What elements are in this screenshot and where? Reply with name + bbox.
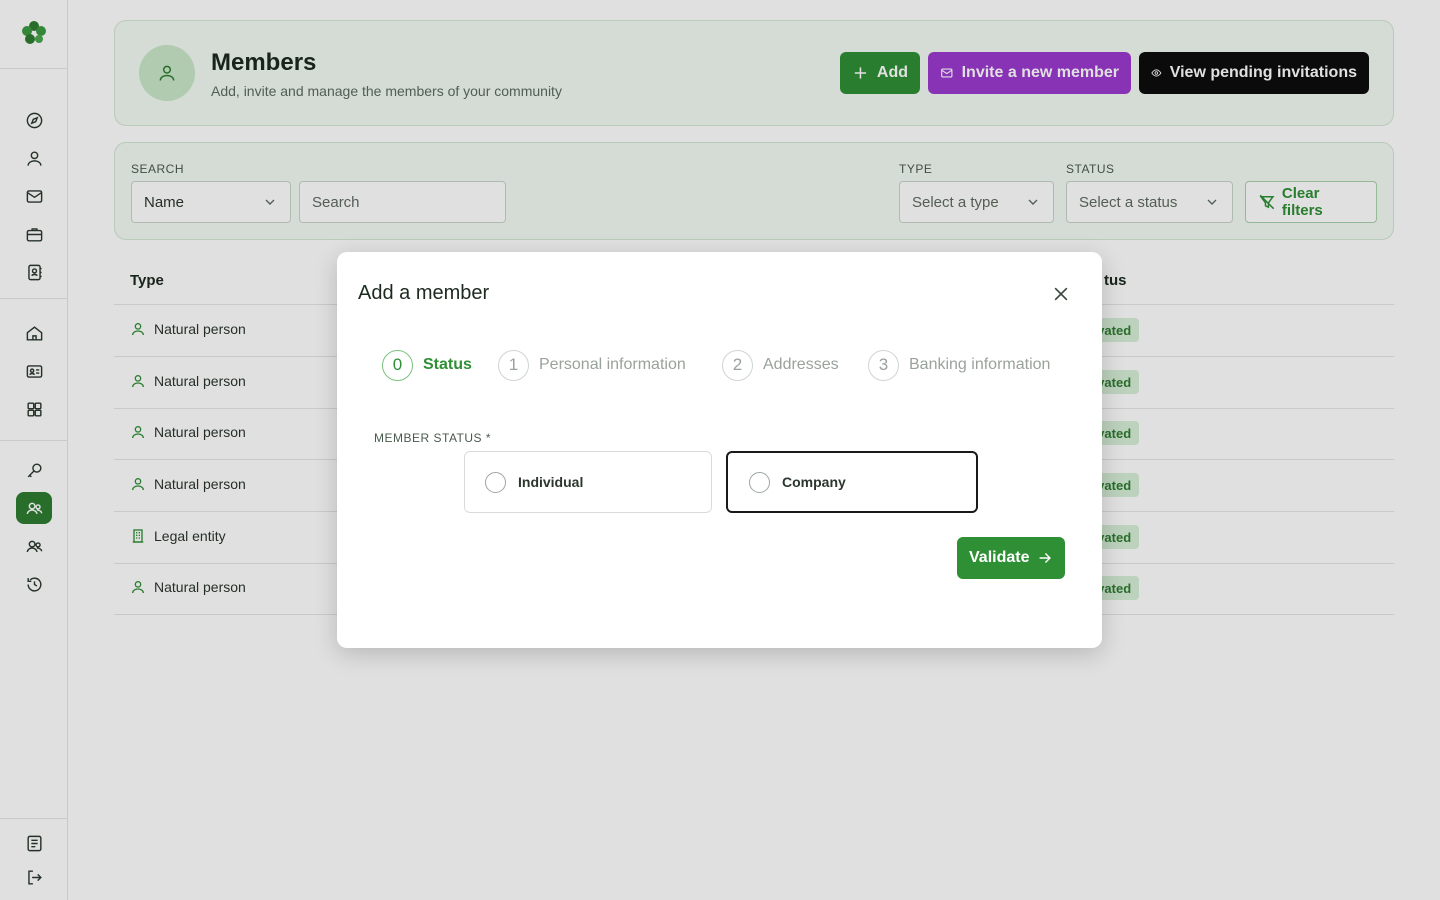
- close-button[interactable]: [1049, 282, 1073, 306]
- arrow-right-icon: [1040, 552, 1052, 564]
- step-label: Addresses: [763, 356, 839, 373]
- step-label: Status: [423, 356, 472, 373]
- add-member-dialog: Add a member 0 Status 1 Personal informa…: [337, 252, 1102, 648]
- validate-button[interactable]: Validate: [957, 537, 1065, 579]
- step-label: Personal information: [539, 356, 686, 373]
- close-icon: [1054, 287, 1068, 301]
- step-status[interactable]: 0 Status: [382, 349, 472, 381]
- step-addresses[interactable]: 2 Addresses: [722, 349, 839, 381]
- member-status-label: MEMBER STATUS *: [374, 431, 492, 445]
- validate-label: Validate: [969, 549, 1030, 566]
- radio-option-individual[interactable]: Individual: [464, 451, 712, 513]
- step-personal-information[interactable]: 1 Personal information: [498, 349, 686, 381]
- step-number: 2: [722, 349, 753, 381]
- step-number: 1: [498, 349, 529, 381]
- radio-circle[interactable]: [749, 471, 770, 493]
- option-label: Company: [782, 474, 846, 490]
- step-number: 0: [382, 349, 413, 381]
- step-banking-information[interactable]: 3 Banking information: [868, 349, 1050, 381]
- step-label: Banking information: [909, 356, 1051, 373]
- option-label: Individual: [518, 474, 584, 490]
- step-number: 3: [868, 349, 899, 381]
- radio-circle[interactable]: [485, 471, 506, 493]
- dialog-title: Add a member: [358, 282, 490, 304]
- radio-option-company[interactable]: Company: [726, 451, 978, 513]
